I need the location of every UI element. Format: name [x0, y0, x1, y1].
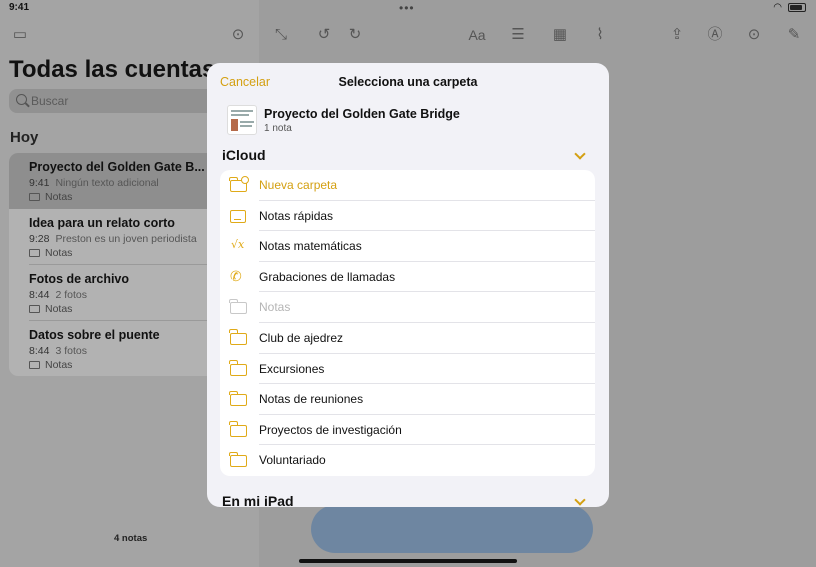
- folder-icon: [229, 421, 248, 438]
- folder-label: Proyectos de investigación: [259, 422, 402, 437]
- compose-icon[interactable]: ✎: [785, 26, 803, 44]
- folder-icon: [229, 329, 248, 346]
- folder-row[interactable]: Voluntariado: [220, 445, 595, 476]
- status-indicators: ◠: [773, 2, 806, 13]
- folder-label: Excursiones: [259, 361, 325, 376]
- search-placeholder: Buscar: [31, 94, 69, 108]
- folder-icon: [29, 361, 40, 369]
- folder-row[interactable]: Notas rápidas: [220, 201, 595, 232]
- share-icon[interactable]: ⇪: [668, 26, 686, 44]
- group-header-icloud[interactable]: iCloud: [222, 147, 594, 167]
- page-title: Todas las cuentas: [9, 56, 216, 83]
- notes-count: 4 notas: [114, 533, 148, 544]
- markup-icon[interactable]: Ⓐ: [706, 26, 724, 44]
- quick-notes-icon: [229, 208, 248, 224]
- folder-picker-sheet: Cancelar Selecciona una carpeta Proyecto…: [207, 63, 609, 507]
- redo-icon[interactable]: ↻: [346, 26, 364, 44]
- note-time: 9:28: [29, 233, 50, 245]
- home-indicator[interactable]: [299, 559, 517, 563]
- note-folder: Notas: [29, 247, 72, 259]
- sheet-header: Cancelar Selecciona una carpeta: [207, 63, 609, 101]
- note-time: 8:44: [29, 289, 50, 301]
- note-meta: 8:44 3 fotos: [29, 345, 87, 357]
- more-icon[interactable]: ⊙: [229, 26, 247, 44]
- folder-icon: [29, 193, 40, 201]
- note-time: 9:41: [29, 177, 50, 189]
- section-header: Hoy: [10, 129, 39, 146]
- folder-label: Voluntariado: [259, 453, 326, 468]
- folder-icon: [229, 390, 248, 407]
- folder-icon: [29, 305, 40, 313]
- note-folder: Notas: [29, 191, 72, 203]
- group-header-ipad[interactable]: En mi iPad: [222, 493, 594, 507]
- new-folder-button[interactable]: Nueva carpeta: [220, 170, 595, 201]
- folder-label: Notas matemáticas: [259, 239, 362, 254]
- undo-icon[interactable]: ↺: [315, 26, 333, 44]
- note-subtitle: Preston es un joven periodista: [55, 233, 197, 245]
- note-title: Proyecto del Golden Gate B...: [29, 160, 205, 174]
- folder-label: Nueva carpeta: [259, 178, 338, 192]
- chevron-down-icon: [574, 494, 586, 506]
- drawing-scribble: [311, 505, 593, 553]
- folder-row[interactable]: Excursiones: [220, 354, 595, 385]
- note-folder-label: Notas: [45, 191, 73, 203]
- note-time: 8:44: [29, 345, 50, 357]
- folder-label: Notas: [259, 300, 291, 315]
- note-thumbnail: [227, 105, 257, 135]
- math-notes-icon: √x: [231, 238, 245, 252]
- note-meta: 9:41 Ningún texto adicional: [29, 177, 159, 189]
- folder-label: Notas rápidas: [259, 208, 334, 223]
- folder-icon: [229, 451, 248, 468]
- note-subtitle: Ningún texto adicional: [55, 177, 159, 189]
- folder-icon: [29, 249, 40, 257]
- multitasking-dots[interactable]: •••: [399, 1, 415, 15]
- table-icon[interactable]: ▦: [551, 26, 569, 44]
- status-time: 9:41: [9, 2, 30, 13]
- group-label: iCloud: [222, 147, 266, 163]
- note-title: Datos sobre el puente: [29, 328, 160, 342]
- folder-label: Club de ajedrez: [259, 330, 344, 345]
- note-folder: Notas: [29, 359, 72, 371]
- chevron-down-icon: [574, 148, 586, 160]
- note-meta: 9:28 Preston es un joven periodista: [29, 233, 197, 245]
- more-options-icon[interactable]: ⊙: [745, 26, 763, 44]
- note-title: Idea para un relato corto: [29, 216, 175, 230]
- folder-row[interactable]: Club de ajedrez: [220, 323, 595, 354]
- attachment-icon[interactable]: ⌇: [591, 26, 609, 44]
- folder-row-current: Notas: [220, 292, 595, 323]
- status-bar: 9:41 ••• ◠: [0, 0, 816, 16]
- folder-row[interactable]: ✆ Grabaciones de llamadas: [220, 262, 595, 293]
- folder-icon: [229, 298, 248, 315]
- moving-note-title: Proyecto del Golden Gate Bridge: [264, 107, 460, 121]
- wifi-icon: ◠: [773, 2, 782, 13]
- new-folder-icon: [229, 176, 249, 193]
- note-title: Fotos de archivo: [29, 272, 130, 286]
- fullscreen-icon[interactable]: ⤡: [272, 26, 290, 44]
- folder-icon: [229, 360, 248, 377]
- note-folder-label: Notas: [45, 359, 73, 371]
- note-subtitle: 3 fotos: [55, 345, 87, 357]
- folder-label: Notas de reuniones: [259, 392, 364, 407]
- note-folder: Notas: [29, 303, 72, 315]
- folder-list: Nueva carpeta Notas rápidas √x Notas mat…: [220, 170, 595, 476]
- note-subtitle: 2 fotos: [55, 289, 87, 301]
- note-folder-label: Notas: [45, 303, 73, 315]
- folder-row[interactable]: √x Notas matemáticas: [220, 231, 595, 262]
- folder-row[interactable]: Proyectos de investigación: [220, 415, 595, 446]
- folder-label: Grabaciones de llamadas: [259, 269, 396, 284]
- checklist-icon[interactable]: ☰: [509, 26, 527, 44]
- moving-note-count: 1 nota: [264, 123, 292, 134]
- folder-row[interactable]: Notas de reuniones: [220, 384, 595, 415]
- sheet-title: Selecciona una carpeta: [338, 75, 478, 89]
- search-icon: [16, 94, 27, 105]
- note-meta: 8:44 2 fotos: [29, 289, 87, 301]
- battery-icon: [788, 3, 806, 12]
- note-folder-label: Notas: [45, 247, 73, 259]
- format-icon[interactable]: Aa: [466, 26, 488, 44]
- sidebar-toggle-icon[interactable]: ▭: [11, 26, 29, 44]
- call-recordings-icon: ✆: [230, 267, 242, 284]
- group-label: En mi iPad: [222, 493, 294, 507]
